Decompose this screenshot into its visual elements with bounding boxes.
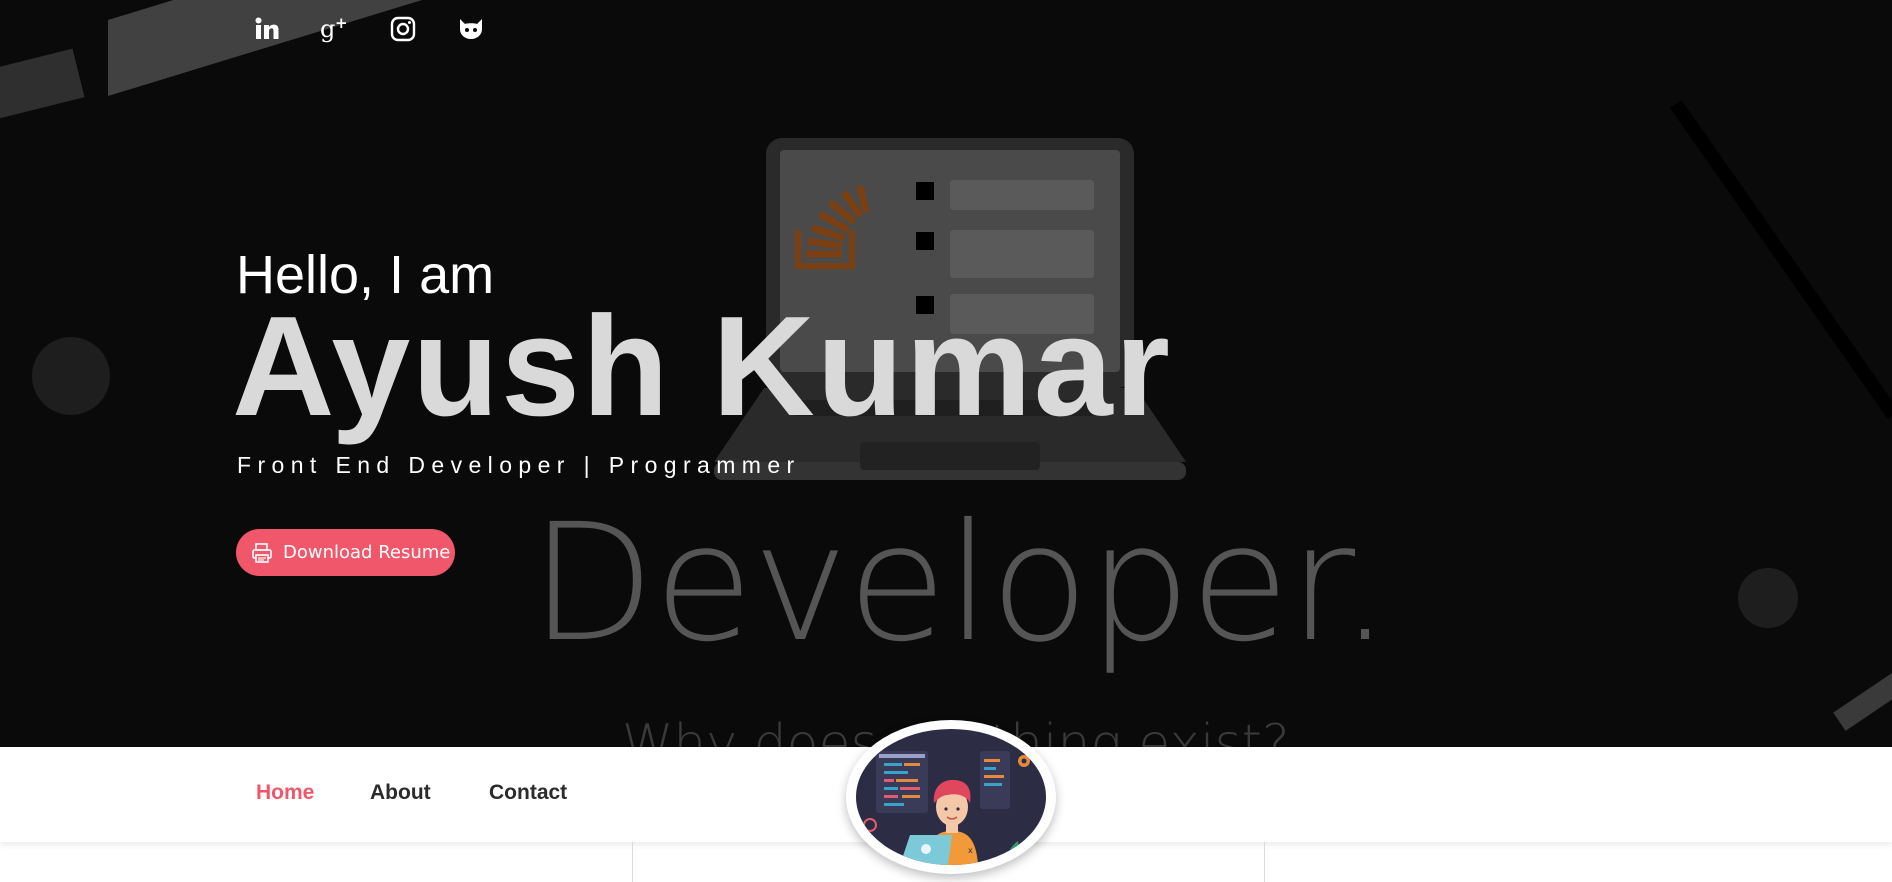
linkedin-icon[interactable] bbox=[252, 14, 282, 44]
section-divider bbox=[1264, 842, 1265, 882]
decorative-circle bbox=[32, 337, 110, 415]
nav-item-home[interactable]: Home bbox=[256, 781, 314, 805]
section-divider bbox=[632, 842, 633, 882]
decorative-line bbox=[1833, 651, 1892, 731]
google-plus-icon[interactable]: g + bbox=[320, 14, 350, 44]
decorative-circle bbox=[1738, 568, 1798, 628]
decorative-stripe bbox=[0, 48, 85, 122]
github-icon[interactable] bbox=[456, 14, 486, 44]
hero-section: Developer. Why does anything exist? g + H… bbox=[0, 0, 1892, 747]
decorative-line bbox=[1670, 99, 1892, 420]
svg-text:g: g bbox=[320, 15, 335, 43]
instagram-icon[interactable] bbox=[388, 14, 418, 44]
svg-text:+: + bbox=[335, 15, 348, 32]
nav-item-contact[interactable]: Contact bbox=[489, 781, 567, 805]
background-word: Developer. bbox=[530, 490, 1391, 678]
hero-role: Front End Developer | Programmer bbox=[237, 452, 801, 478]
download-resume-label: Download Resume bbox=[283, 542, 451, 563]
nav-item-about[interactable]: About bbox=[370, 781, 431, 805]
developer-avatar-illustration: x bbox=[856, 729, 1046, 865]
social-links: g + bbox=[252, 14, 486, 44]
hero-name: Ayush Kumar bbox=[232, 287, 1172, 446]
svg-text:x: x bbox=[968, 846, 973, 855]
printer-icon bbox=[252, 542, 272, 563]
avatar[interactable]: x bbox=[846, 720, 1056, 874]
download-resume-button[interactable]: Download Resume bbox=[236, 529, 455, 576]
